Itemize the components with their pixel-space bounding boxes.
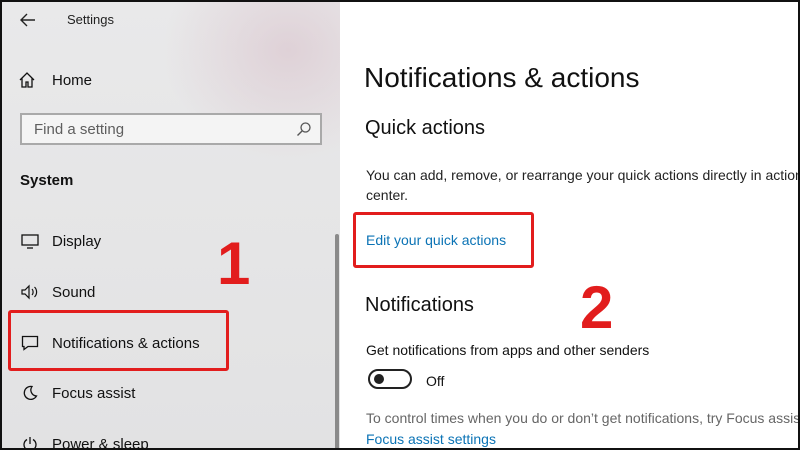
back-arrow-icon: [20, 13, 35, 27]
sidebar-scrollbar[interactable]: [335, 234, 339, 448]
focus-assist-settings-link[interactable]: Focus assist settings: [366, 431, 496, 447]
moon-icon: [23, 385, 38, 400]
title-bar: Settings: [2, 2, 340, 38]
back-button[interactable]: [14, 8, 42, 32]
toggle-knob: [374, 374, 384, 384]
notifications-heading: Notifications: [365, 294, 474, 316]
search-box[interactable]: [20, 113, 322, 145]
quick-actions-description: You can add, remove, or rearrange your q…: [366, 167, 800, 203]
power-icon: [23, 437, 37, 448]
settings-window: Settings Home System Display Sound Notif…: [0, 0, 800, 450]
page-title: Notifications & actions: [364, 62, 640, 93]
home-label: Home: [52, 71, 93, 89]
search-input[interactable]: [32, 119, 286, 139]
sidebar: Settings Home System Display Sound Notif…: [2, 2, 342, 450]
sidebar-item-focus-assist[interactable]: Focus assist: [12, 376, 322, 410]
speaker-icon: [21, 284, 38, 300]
annotation-number-1: 1: [217, 230, 251, 297]
sidebar-item-label: Sound: [52, 283, 96, 301]
highlight-box-notifications: [8, 310, 229, 371]
control-times-text: To control times when you do or don’t ge…: [366, 410, 800, 426]
quick-actions-heading: Quick actions: [365, 117, 486, 139]
annotation-number-2: 2: [580, 274, 614, 341]
highlight-box-edit-link: [353, 212, 534, 268]
toggle-state-label: Off: [426, 373, 445, 389]
sidebar-item-label: Focus assist: [52, 384, 136, 402]
sidebar-item-power-sleep[interactable]: Power & sleep: [12, 427, 322, 450]
get-notifications-label: Get notifications from apps and other se…: [366, 342, 650, 358]
sidebar-item-sound[interactable]: Sound: [12, 275, 322, 309]
home-nav-item[interactable]: Home: [18, 66, 92, 94]
app-title: Settings: [67, 12, 114, 27]
sidebar-item-display[interactable]: Display: [12, 224, 322, 258]
monitor-icon: [21, 234, 39, 249]
section-heading-system: System: [20, 172, 74, 189]
search-icon[interactable]: [296, 121, 312, 137]
home-icon: [19, 72, 35, 88]
notifications-toggle[interactable]: [368, 369, 412, 389]
sidebar-item-label: Display: [52, 232, 102, 250]
sidebar-item-label: Power & sleep: [52, 435, 149, 450]
